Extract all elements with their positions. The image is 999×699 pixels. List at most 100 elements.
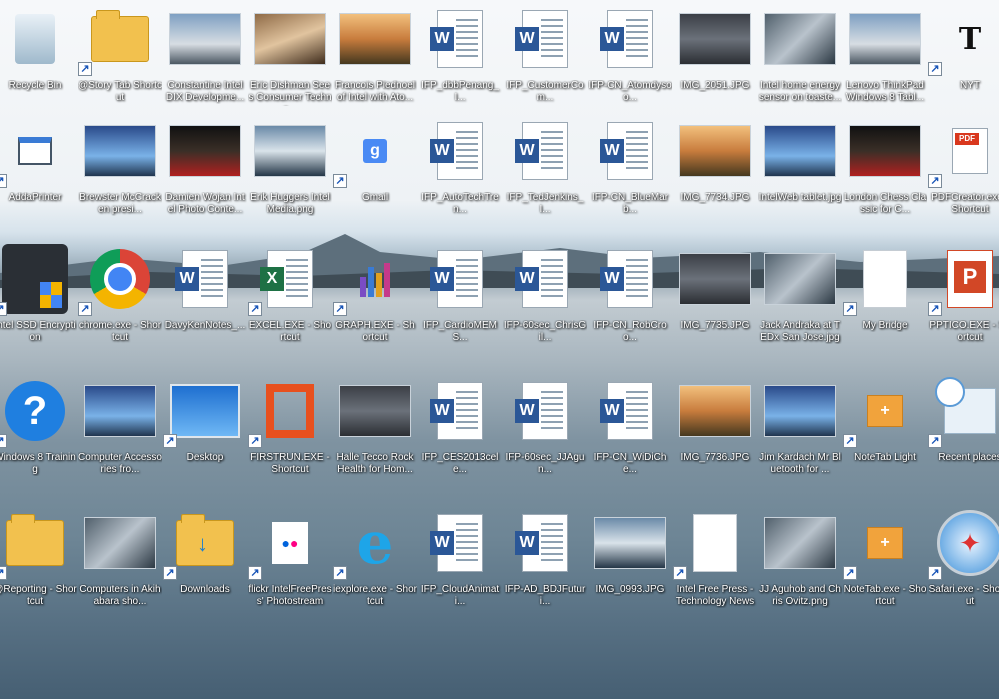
desktop-icon-word-document-icon[interactable]: W IFP_dbbPenang_I...: [418, 0, 502, 120]
web-link-icon: [679, 504, 751, 582]
graph-icon: [339, 240, 411, 318]
desktop-icon-office-icon[interactable]: ↗ FIRSTRUN.EXE - Shortcut: [248, 372, 332, 492]
desktop-icon-label: IFP-60sec_ChrisGil...: [503, 320, 587, 343]
desktop-icon-label: GRAPH.EXE - Shortcut: [335, 320, 415, 343]
shortcut-arrow-icon: ↗: [333, 302, 347, 316]
desktop-icon-photo-thumbnail[interactable]: Jack Andraka at TEDx San Jose.jpg: [758, 240, 842, 360]
shortcut-arrow-icon: ↗: [248, 434, 262, 448]
desktop-icon-recycle-bin-icon[interactable]: Recycle Bin: [0, 0, 77, 120]
desktop-icon-label: IntelWeb tablet.jpg: [758, 192, 842, 203]
shortcut-arrow-icon: ↗: [928, 174, 942, 188]
word-document-icon: W: [509, 504, 581, 582]
desktop-icon-photo-thumbnail[interactable]: JJ Aguhob and Chris Ovitz.png: [758, 504, 842, 624]
recycle-bin-icon: [0, 0, 71, 78]
desktop-icon-photo-thumbnail[interactable]: IMG_0993.JPG: [588, 504, 672, 624]
desktop-icon-photo-thumbnail[interactable]: IMG_7736.JPG: [673, 372, 757, 492]
folder-icon: [84, 0, 156, 78]
desktop-icon-word-document-icon[interactable]: W IFP-CN_BlueMarb...: [588, 112, 672, 232]
desktop-icon-nyt-icon[interactable]: T ↗ NYT: [928, 0, 999, 120]
shortcut-arrow-icon: ↗: [843, 566, 857, 580]
desktop-icon-label: Intel SSD Encryption: [0, 320, 76, 343]
desktop-icon-word-document-icon[interactable]: W IFP_CloudAnimati...: [418, 504, 502, 624]
desktop-icon-photo-thumbnail[interactable]: Eric Dishman Sees Consumer Techno...: [248, 0, 332, 120]
desktop-icon-photo-thumbnail[interactable]: Computers in Akihabara sho...: [78, 504, 162, 624]
desktop-icon-word-document-icon[interactable]: W IFP_CardioMEMS...: [418, 240, 502, 360]
desktop-icon-flickr-icon[interactable]: ● ● ↗ flickr IntelFreePress' Photostream: [248, 504, 332, 624]
photo-thumbnail: [254, 112, 326, 190]
desktop-icon-label: IFP_CustomerCom...: [506, 80, 584, 103]
desktop-icon-word-document-icon[interactable]: W IFP_TedJenkins_I...: [503, 112, 587, 232]
desktop-icon-photo-thumbnail[interactable]: Francois Piednoel of Intel with Ato...: [333, 0, 417, 120]
word-document-icon: W: [424, 0, 496, 78]
desktop-icon-word-document-icon[interactable]: W IFP-60sec_ChrisGil...: [503, 240, 587, 360]
desktop-icon-photo-thumbnail[interactable]: Erik Huggers Intel Media.png: [248, 112, 332, 232]
desktop-icon-photo-thumbnail[interactable]: IntelWeb tablet.jpg: [758, 112, 842, 232]
desktop-icon-chrome-icon[interactable]: ↗ chrome.exe - Shortcut: [78, 240, 162, 360]
desktop-icon-word-document-icon[interactable]: W IFP-CN_WiDiChe...: [588, 372, 672, 492]
desktop-icon-word-document-icon[interactable]: W IFP-AD_BDJFuturi...: [503, 504, 587, 624]
shortcut-arrow-icon: ↗: [843, 434, 857, 448]
photo-thumbnail: [764, 240, 836, 318]
desktop-icon-internet-explorer-icon[interactable]: e ↗ iexplore.exe - Shortcut: [333, 504, 417, 624]
desktop-icon-label: Safari.exe - Shortcut: [928, 584, 999, 607]
google-icon: g: [339, 112, 411, 190]
desktop-icon-safari-icon[interactable]: ✦↗ Safari.exe - Shortcut: [928, 504, 999, 624]
shortcut-arrow-icon: ↗: [163, 434, 177, 448]
photo-thumbnail: [679, 372, 751, 450]
photo-thumbnail: [339, 372, 411, 450]
desktop-icon-label: IMG_7735.JPG: [680, 320, 750, 331]
desktop-icon-label: IMG_2051.JPG: [680, 80, 750, 91]
desktop-icon-photo-thumbnail[interactable]: Damien Wojan Intel Photo Conte...: [163, 112, 247, 232]
desktop-icon-label: Recycle Bin: [8, 80, 62, 91]
desktop-icon-word-document-icon[interactable]: W DavyKenNotes_...: [163, 240, 247, 360]
desktop-icon-folder-icon[interactable]: ↗ @Reporting - Shortcut: [0, 504, 77, 624]
desktop-icon-photo-thumbnail[interactable]: London Chess Classic for C...: [843, 112, 927, 232]
desktop-icon-label: Computer Accessories fro...: [78, 452, 162, 475]
desktop-icon-photo-thumbnail[interactable]: Constantine Intel DIX Developme...: [163, 0, 247, 120]
desktop-icon-word-document-icon[interactable]: W IFP-CN_RobCroo...: [588, 240, 672, 360]
desktop-icon-photo-thumbnail[interactable]: Brewster McCracken presi...: [78, 112, 162, 232]
desktop-icon-help-icon[interactable]: ?↗ Windows 8 Training: [0, 372, 77, 492]
desktop-icon-word-document-icon[interactable]: W IFP_CES2013cele...: [418, 372, 502, 492]
desktop-icon-label: IFP_CloudAnimati...: [420, 584, 500, 607]
photo-thumbnail: [169, 0, 241, 78]
desktop-icon-notetab-icon[interactable]: + ↗ NoteTab Light: [843, 372, 927, 492]
desktop-icon-photo-thumbnail[interactable]: IMG_7735.JPG: [673, 240, 757, 360]
desktop-icon-ssd-shield-icon[interactable]: ↗ Intel SSD Encryption: [0, 240, 77, 360]
desktop-icon-google-icon[interactable]: g ↗ Gmail: [333, 112, 417, 232]
desktop-icon-photo-thumbnail[interactable]: Intel home energy sensor on toaste...: [758, 0, 842, 120]
desktop-icon-excel-icon[interactable]: X ↗ EXCEL.EXE - Shortcut: [248, 240, 332, 360]
desktop-icon-graph-icon[interactable]: ↗ GRAPH.EXE - Shortcut: [333, 240, 417, 360]
desktop-icon-label: Intel Free Press - Technology News: [675, 584, 755, 607]
desktop-icon-photo-thumbnail[interactable]: Halle Tecco Rock Health for Hom...: [333, 372, 417, 492]
desktop-icon-web-link-icon[interactable]: ↗ Intel Free Press - Technology News: [673, 504, 757, 624]
desktop-icon-label: EXCEL.EXE - Shortcut: [248, 320, 332, 343]
notetab-icon: +: [849, 504, 921, 582]
desktop-icon-powerpoint-icon[interactable]: P↗ PPTICO.EXE - Shortcut: [928, 240, 999, 360]
word-document-icon: W: [424, 372, 496, 450]
desktop-icon-word-document-icon[interactable]: W IFP-60sec_JJAgun...: [503, 372, 587, 492]
desktop-icon-notetab-icon[interactable]: + ↗ NoteTab.exe - Shortcut: [843, 504, 927, 624]
photo-thumbnail: [764, 504, 836, 582]
desktop-icon-folder-icon[interactable]: ↗ @Story Tab Shortcut: [78, 0, 162, 120]
photo-thumbnail: [849, 0, 921, 78]
desktop-icon-photo-thumbnail[interactable]: Computer Accessories fro...: [78, 372, 162, 492]
desktop-background: Recycle Bin ↗ @Story Tab Shortcut Constanti…: [0, 0, 999, 699]
desktop-icon-photo-thumbnail[interactable]: IMG_2051.JPG: [673, 0, 757, 120]
desktop-icon-blank-document-icon[interactable]: ↗ My Bridge: [843, 240, 927, 360]
desktop-icon-label: @Story Tab Shortcut: [78, 80, 162, 103]
desktop-icon-label: Erik Huggers Intel Media.png: [250, 192, 330, 215]
desktop-icon-label: JJ Aguhob and Chris Ovitz.png: [759, 584, 841, 607]
desktop-icon-word-document-icon[interactable]: W IFP-CN_Atomdysoo...: [588, 0, 672, 120]
desktop-icon-pdf-icon[interactable]: PDF↗ PDFCreator.exe - Shortcut: [928, 112, 999, 232]
desktop-icon-word-document-icon[interactable]: W IFP_AutoTechTren...: [418, 112, 502, 232]
desktop-icon-printer-icon[interactable]: ↗AddaPrinter: [0, 112, 77, 232]
desktop-icon-word-document-icon[interactable]: W IFP_CustomerCom...: [503, 0, 587, 120]
desktop-icon-photo-thumbnail[interactable]: Jim Kardach Mr Bluetooth for ...: [758, 372, 842, 492]
desktop-icon-photo-thumbnail[interactable]: Lenovo ThinkPad Windows 8 Tabl...: [843, 0, 927, 120]
desktop-icon-downloads-folder-icon[interactable]: ↓ ↗ Downloads: [163, 504, 247, 624]
desktop-icon-photo-thumbnail[interactable]: IMG_7734.JPG: [673, 112, 757, 232]
desktop-icon-label: IMG_7734.JPG: [680, 192, 750, 203]
desktop-icon-desktop-icon[interactable]: ↗ Desktop: [163, 372, 247, 492]
desktop-icon-recent-places-icon[interactable]: ↗ Recent places: [928, 372, 999, 492]
